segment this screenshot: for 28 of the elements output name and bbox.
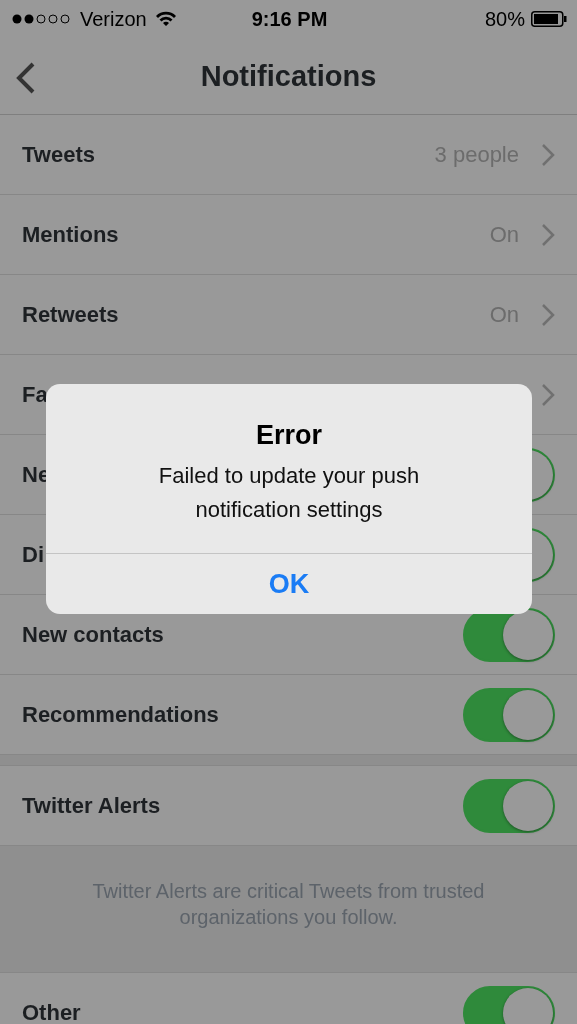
- row-label: Di: [22, 541, 45, 568]
- row-label: Other: [22, 999, 82, 1024]
- row-label: New contacts: [22, 621, 165, 648]
- row-label: Mentions: [22, 221, 120, 248]
- chevron-icon: [541, 142, 555, 167]
- row-label: Twitter Alerts: [22, 792, 162, 819]
- toggle-switch[interactable]: [463, 985, 555, 1024]
- row-label: Recommendations: [22, 701, 220, 728]
- toggle-switch[interactable]: [463, 687, 555, 742]
- clock-time: 9:16 PM: [251, 7, 328, 31]
- ok-button[interactable]: OK: [46, 554, 532, 614]
- signal-icon: [12, 13, 72, 25]
- alert-title: Error: [255, 419, 323, 451]
- chevron-icon: [541, 382, 555, 407]
- chevron-icon: [541, 222, 555, 247]
- alert-message: Failed to update your push notification settings: [157, 462, 421, 524]
- row-label: Fa: [22, 381, 49, 408]
- row-label: Tweets: [22, 141, 96, 168]
- screen-title: Notifications: [200, 59, 377, 93]
- back-icon: [16, 62, 36, 94]
- wifi-icon: [154, 11, 177, 27]
- carrier-name: Verizon: [80, 7, 147, 31]
- toggle-switch[interactable]: [463, 778, 555, 833]
- toggle-switch[interactable]: [463, 607, 555, 662]
- battery-icon: [531, 11, 567, 27]
- row-label: Retweets: [22, 301, 120, 328]
- chevron-icon: [541, 302, 555, 327]
- battery-percent: 80%: [484, 7, 525, 31]
